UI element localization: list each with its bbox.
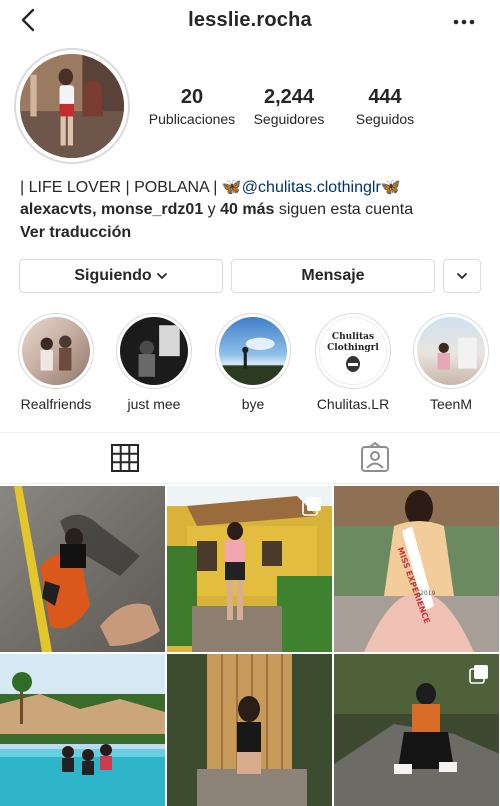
multiple-posts-icon (302, 497, 321, 516)
highlight-item[interactable]: TeenM (411, 313, 491, 412)
stat-posts-count: 20 (180, 86, 204, 108)
top-bar: lesslie.rocha (0, 0, 500, 44)
bio-text: | LIFE LOVER | POBLANA | (20, 179, 222, 196)
profile-username: lesslie.rocha (188, 9, 312, 31)
chevron-down-icon (156, 273, 167, 279)
highlight-label: bye (241, 396, 265, 412)
followed-by-connector: y (203, 201, 221, 218)
followed-by-names: alexacvts, monse_rdz01 (20, 201, 204, 218)
tagged-person-icon[interactable] (357, 440, 393, 476)
profile-bio: | LIFE LOVER | POBLANA | 🦋@chulitas.clot… (20, 177, 490, 244)
butterfly-icon: 🦋 (221, 179, 242, 196)
stat-following-count: 444 (368, 86, 402, 108)
highlight-cover-ring (215, 313, 291, 389)
message-button[interactable]: Mensaje (231, 259, 435, 293)
stat-followers[interactable]: 2,244 Seguidores (244, 86, 334, 128)
sash-year: 2019 (420, 590, 436, 597)
following-label: Siguiendo (74, 267, 152, 284)
highlight-cover-ring: Chulitas Clothingrl (315, 313, 391, 389)
post-thumbnail[interactable]: MISS EXPERIENCE 2019 (334, 486, 499, 652)
post-thumbnail[interactable] (334, 654, 499, 806)
profile-avatar[interactable] (14, 48, 130, 164)
highlight-cover-ring (116, 313, 192, 389)
followed-by-suffix: siguen esta cuenta (274, 201, 414, 218)
avatar-photo (20, 54, 124, 158)
highlight-item[interactable]: just mee (114, 313, 194, 412)
post-thumbnail[interactable] (0, 654, 165, 806)
highlight-cover (22, 317, 90, 385)
highlight-cover-ring (413, 313, 489, 389)
highlight-label: just mee (127, 396, 181, 412)
bio-mention-link[interactable]: @chulitas.clothinglr (242, 179, 381, 196)
highlight-label: TeenM (429, 396, 473, 412)
bio-line: | LIFE LOVER | POBLANA | 🦋@chulitas.clot… (20, 177, 490, 199)
highlight-cover (120, 317, 188, 385)
post-thumbnail[interactable] (167, 486, 332, 652)
tabs-bottom-divider (0, 483, 500, 484)
highlight-label: Chulitas.LR (316, 396, 390, 412)
ellipsis-icon[interactable] (450, 8, 478, 36)
grid-icon[interactable] (107, 440, 143, 476)
followed-by-more: 40 más (220, 201, 275, 218)
highlight-cover (219, 317, 287, 385)
multiple-posts-icon (469, 665, 488, 684)
highlight-cover-ring (18, 313, 94, 389)
stat-posts-label: Publicaciones (148, 111, 236, 127)
highlight-cover: Chulitas Clothingrl (319, 317, 387, 385)
highlight-item[interactable]: Chulitas Clothingrl Chulitas.LR (313, 313, 393, 412)
butterfly-icon: 🦋 (380, 179, 401, 196)
chevron-down-icon (457, 273, 467, 279)
stat-followers-label: Seguidores (253, 111, 325, 127)
following-button[interactable]: Siguiendo (19, 259, 223, 293)
highlight-label: Realfriends (20, 396, 92, 412)
post-thumbnail[interactable] (0, 486, 165, 652)
tabs-top-divider (0, 432, 500, 433)
stat-following[interactable]: 444 Seguidos (344, 86, 426, 128)
highlight-item[interactable]: bye (213, 313, 293, 412)
suggested-accounts-button[interactable] (443, 259, 481, 293)
see-translation-link[interactable]: Ver traducción (20, 222, 490, 244)
followed-by-line[interactable]: alexacvts, monse_rdz01 y 40 más siguen e… (20, 199, 490, 221)
stat-following-label: Seguidos (355, 111, 415, 127)
message-label: Mensaje (301, 267, 365, 284)
highlight-cover (417, 317, 485, 385)
stat-followers-count: 2,244 (263, 86, 315, 108)
highlight-item[interactable]: Realfriends (16, 313, 96, 412)
stat-posts: 20 Publicaciones (148, 86, 236, 128)
post-thumbnail[interactable] (167, 654, 332, 806)
